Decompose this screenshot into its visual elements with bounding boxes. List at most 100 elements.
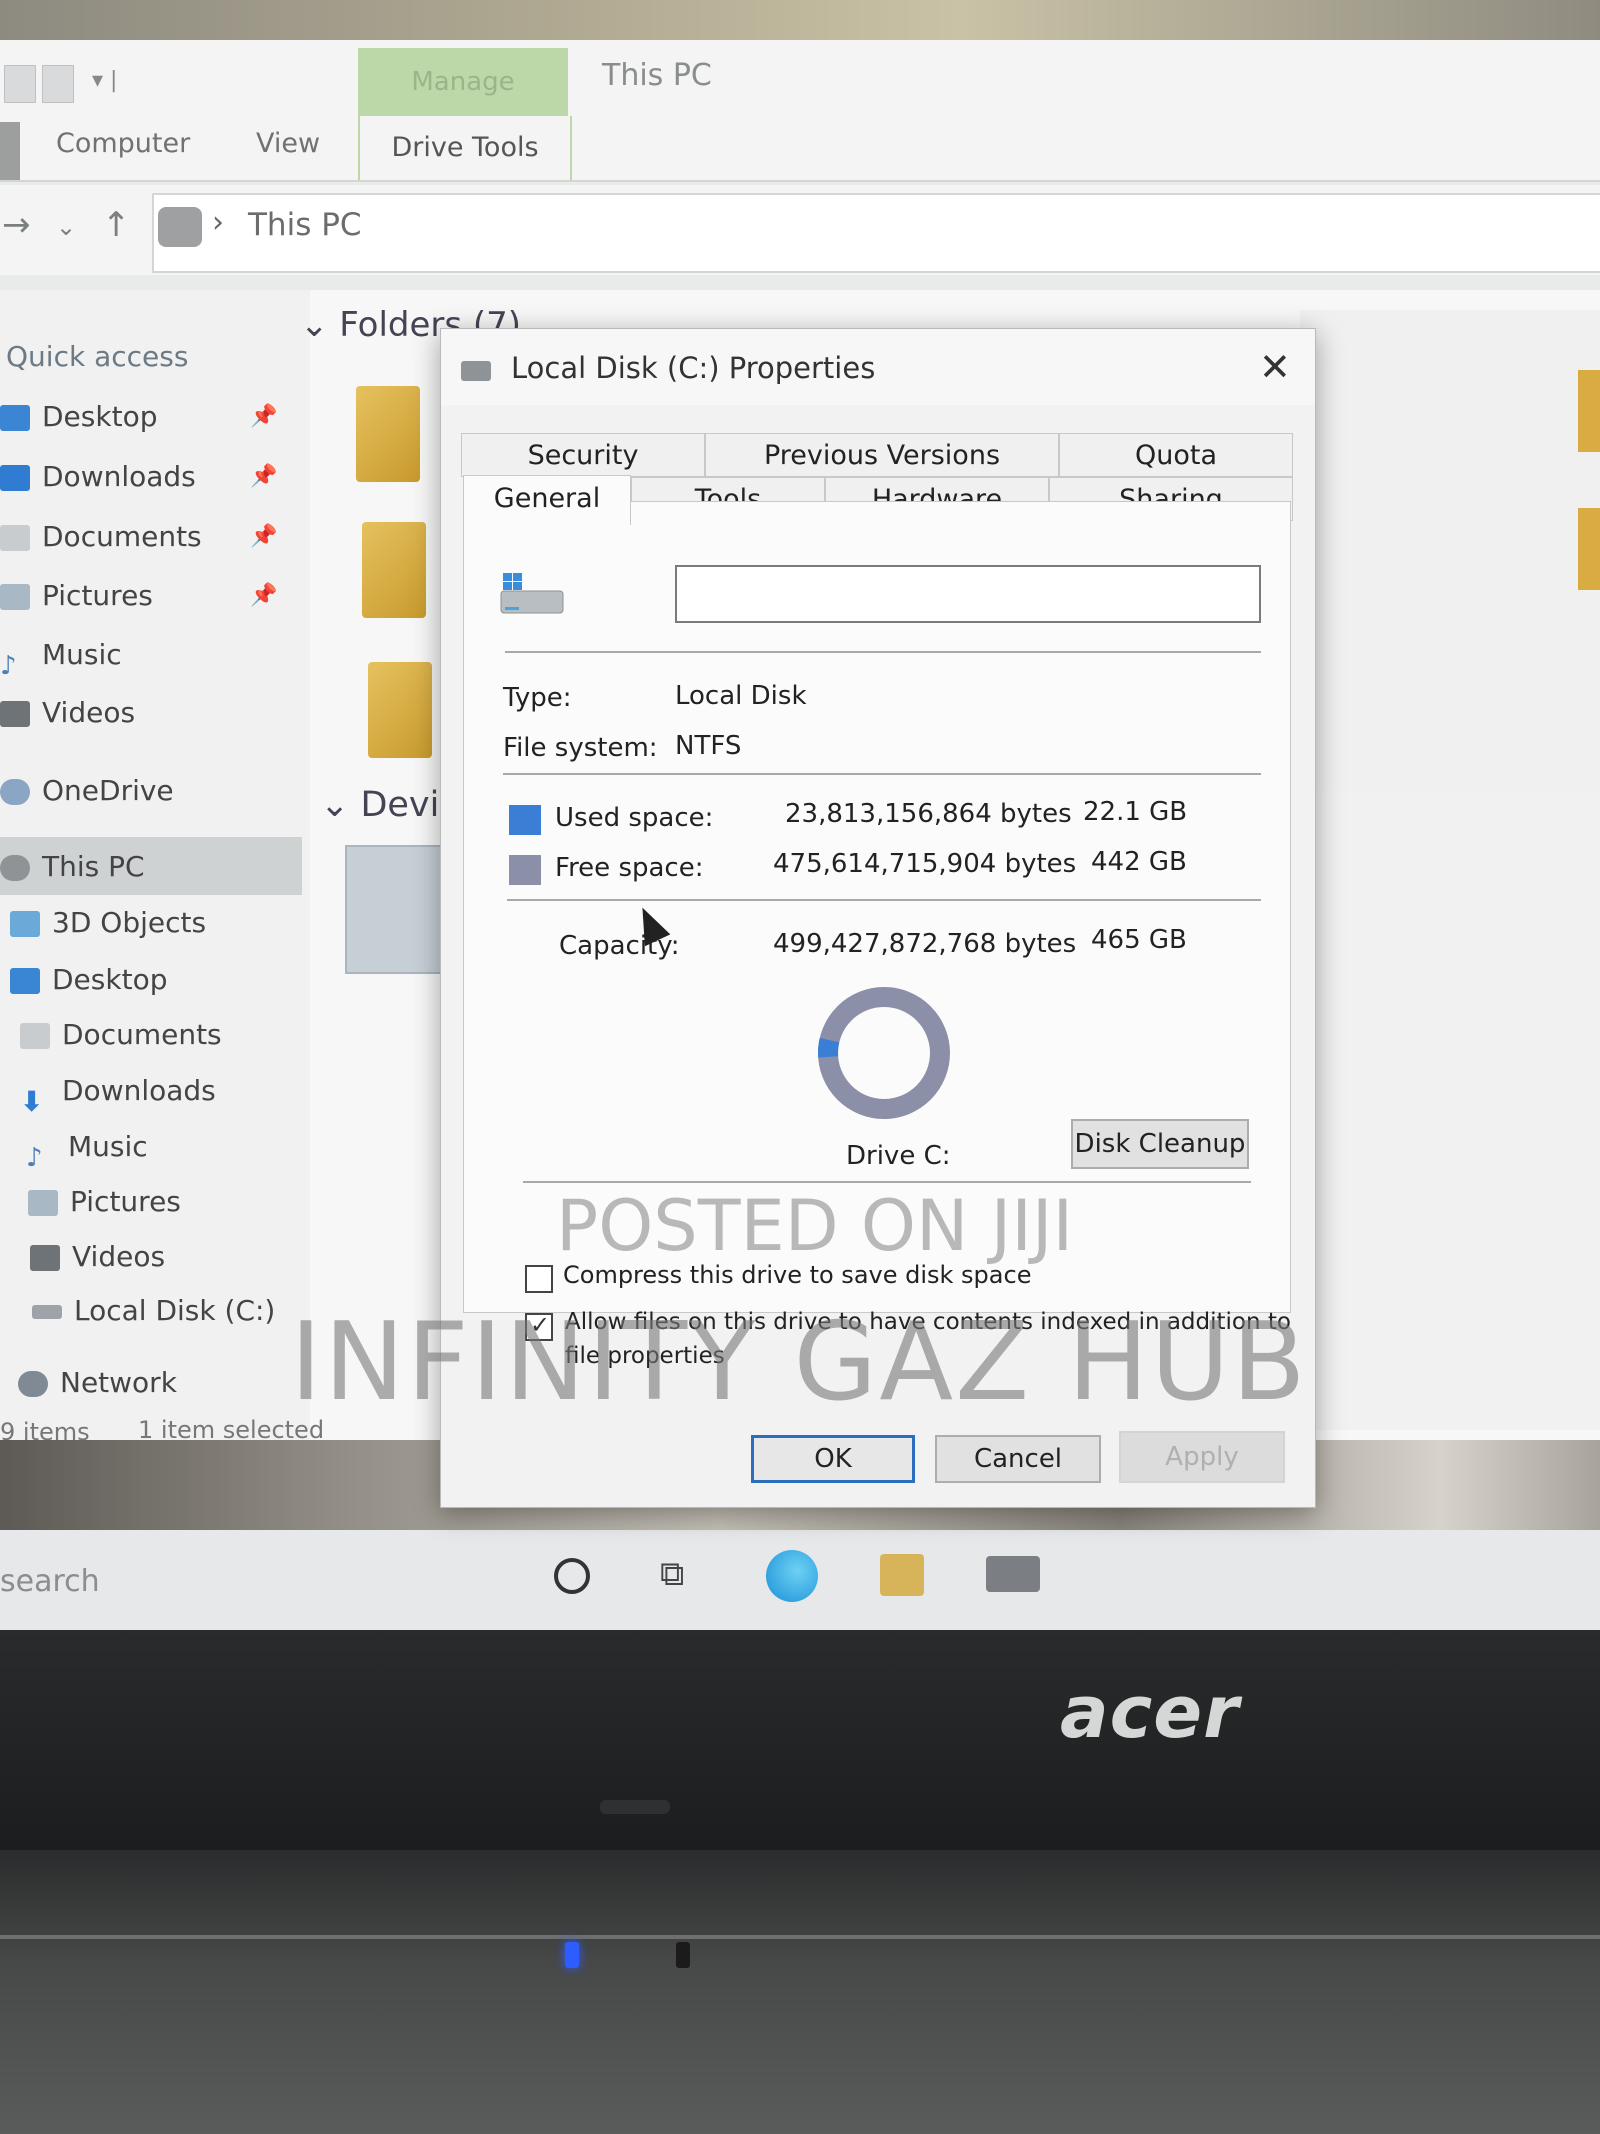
nav-quick-access[interactable]: Quick access [6,334,188,380]
type-value: Local Disk [675,681,807,711]
screen: ▾ | Manage Drive Tools Computer View Thi… [0,0,1600,1630]
nav-quick-documents[interactable]: Documents [0,514,202,560]
nav-downloads[interactable]: ⬇ Downloads [20,1068,216,1118]
properties-icon[interactable] [42,65,74,103]
task-view-icon[interactable]: ⧉ [660,1554,684,1594]
nav-quick-desktop[interactable]: Desktop [0,394,157,440]
mail-icon[interactable] [986,1556,1040,1592]
nav-desktop[interactable]: Desktop [10,957,167,1003]
tab-view[interactable]: View [256,128,320,159]
tab-security[interactable]: Security [461,433,705,477]
videos-icon [0,701,30,727]
ok-button[interactable]: OK [751,1435,915,1483]
tab-manage[interactable]: Manage [358,48,568,116]
disk-cleanup-button[interactable]: Disk Cleanup [1071,1119,1249,1169]
nav-videos[interactable]: Videos [30,1234,165,1280]
nav-documents[interactable]: Documents [20,1012,222,1058]
videos-icon [30,1245,60,1271]
up-icon[interactable]: ↑ [102,205,131,245]
local-disk-icon [500,573,564,614]
pin-icon[interactable]: 📌 [250,583,277,608]
nav-label: Music [68,1130,148,1163]
tab-computer[interactable]: Computer [56,128,190,159]
pin-icon[interactable]: 📌 [250,524,277,549]
used-space-label: Used space: [555,803,714,833]
compress-checkbox[interactable] [525,1265,553,1293]
forward-icon[interactable]: → [2,205,31,245]
chevron-down-icon[interactable]: ⌄ [320,785,360,825]
nav-label: Documents [42,520,202,553]
nav-this-pc[interactable]: This PC [0,844,145,890]
tab-previous-versions[interactable]: Previous Versions [705,433,1059,477]
folder-3d-objects-icon[interactable] [356,386,420,482]
nav-quick-videos[interactable]: Videos [0,690,135,736]
file-system-label: File system: [503,733,658,763]
music-icon: ♪ [0,651,17,681]
address-row: → ⌄ ↑ › This PC [0,185,1600,275]
disk-usage-donut [818,987,950,1119]
type-label: Type: [503,683,572,713]
cortana-circle-icon[interactable] [554,1558,590,1594]
free-space-label: Free space: [555,853,704,883]
cube-icon [10,911,40,937]
cancel-button[interactable]: Cancel [935,1435,1101,1483]
drive-c-label: Drive C: [846,1141,951,1171]
chevron-down-icon[interactable]: ⌄ [300,305,339,345]
breadcrumb-this-pc[interactable]: This PC [248,207,362,243]
volume-label-input[interactable] [675,565,1261,623]
file-tab-edge[interactable] [0,122,20,180]
nav-label: Pictures [42,579,153,612]
customize-qat-icon[interactable]: ▾ | [92,68,117,93]
window-title: This PC [602,58,712,93]
nav-label: Documents [62,1018,222,1051]
nav-quick-music[interactable]: ♪ Music [0,632,122,681]
nav-label: 3D Objects [52,906,207,939]
tab-quota[interactable]: Quota [1059,433,1293,477]
free-space-bytes: 475,614,715,904 bytes [773,849,1077,879]
nav-network[interactable]: Network [18,1360,177,1406]
edge-icon[interactable] [766,1550,818,1602]
laptop-bezel [0,1630,1600,1850]
taskbar-search[interactable]: search [0,1564,100,1599]
cloud-icon [0,779,30,805]
nav-quick-pictures[interactable]: Pictures [0,573,153,619]
close-icon[interactable]: ✕ [1259,345,1291,389]
folder-videos-icon[interactable] [368,662,432,758]
nav-label: Local Disk (C:) [74,1294,276,1327]
recent-locations-icon[interactable]: ⌄ [56,213,76,241]
file-explorer-icon[interactable] [880,1554,924,1596]
laptop-base [0,1850,1600,2134]
nav-music[interactable]: ♪ Music [26,1124,148,1173]
quick-access-toolbar-icon[interactable] [4,65,36,103]
drive-icon [32,1305,62,1319]
folder-downloads-icon[interactable] [362,522,426,618]
pictures-icon [28,1190,58,1216]
documents-icon [0,525,30,551]
nav-quick-downloads[interactable]: Downloads [0,454,196,500]
computer-icon [0,855,30,881]
pin-icon[interactable]: 📌 [250,464,277,489]
nav-label: Network [60,1366,177,1399]
tab-general[interactable]: General [463,475,631,525]
tab-drive-tools[interactable]: Drive Tools [358,116,572,180]
music-icon: ♪ [26,1143,43,1173]
network-icon [18,1371,48,1397]
capacity-bytes: 499,427,872,768 bytes [773,929,1077,959]
brand-logo: acer [1060,1670,1240,1754]
folder-icon[interactable] [1578,370,1600,452]
pin-icon[interactable]: 📌 [250,404,277,429]
folder-icon[interactable] [1578,508,1600,590]
nav-3d-objects[interactable]: 3D Objects [10,900,206,946]
apply-button[interactable]: Apply [1119,1431,1285,1483]
address-bar[interactable] [152,193,1600,273]
nav-local-disk-c[interactable]: Local Disk (C:) [32,1288,275,1334]
drive-icon [461,361,491,381]
nav-pictures[interactable]: Pictures [28,1179,181,1225]
chevron-right-icon[interactable]: › [212,205,224,240]
free-space-swatch [509,855,541,885]
desktop-icon [10,968,40,994]
nav-onedrive[interactable]: OneDrive [0,768,174,814]
nav-label: Downloads [62,1074,216,1107]
capacity-size: 465 GB [1091,925,1187,955]
divider [503,773,1261,775]
